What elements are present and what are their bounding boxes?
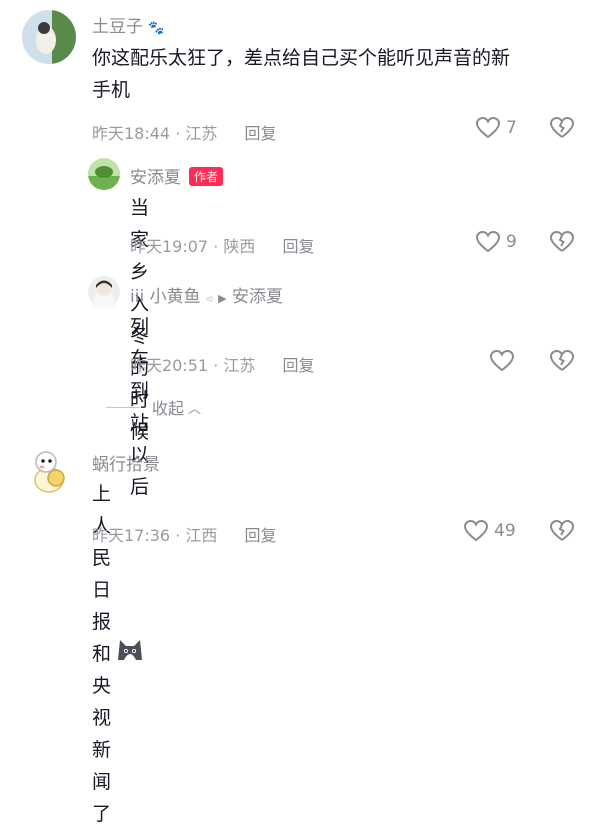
comment-text-line: 你这配乐太狂了，差点给自己买个能听见声音的新 <box>92 47 511 69</box>
comment-username[interactable]: iii 小黄鱼 ⪦ ▶ 安添夏 <box>130 282 283 307</box>
dislike-button[interactable] <box>549 230 575 257</box>
comment-text: 你这配乐太狂了，差点给自己买个能听见声音的新 手机 <box>92 42 582 106</box>
timestamp: 昨天18:44 <box>92 124 171 143</box>
location: 江西 <box>185 526 218 545</box>
comment-meta: 昨天19:07 · 陕西 回复 <box>130 233 315 257</box>
comment-username[interactable]: 安添夏 作者 <box>130 163 224 188</box>
timestamp: 昨天17:36 <box>92 526 171 545</box>
like-button[interactable] <box>490 350 520 372</box>
comment-meta: 昨天20:51 · 江苏 回复 <box>130 352 315 376</box>
collapse-label[interactable]: 收起 <box>152 395 184 419</box>
reply-arrow-icon: ▶ <box>218 292 227 305</box>
heart-icon <box>476 231 500 253</box>
paw-icon: 🐾 <box>148 21 165 36</box>
heart-icon <box>476 117 500 139</box>
timestamp: 昨天20:51 <box>130 356 209 375</box>
separator: · <box>208 356 224 375</box>
dislike-button[interactable] <box>549 116 575 143</box>
author-badge: 作者 <box>189 167 224 186</box>
location: 江苏 <box>185 124 218 143</box>
reply-button[interactable]: 回复 <box>245 124 277 143</box>
heart-icon <box>490 350 514 372</box>
divider <box>106 406 140 408</box>
comment-username[interactable]: 土豆子 🐾 <box>92 12 165 37</box>
husky-emoji-icon <box>115 636 145 672</box>
like-button[interactable]: 7 <box>476 117 517 139</box>
avatar[interactable] <box>22 442 76 496</box>
username-text[interactable]: 安添夏 <box>130 168 181 188</box>
like-count: 7 <box>506 118 517 138</box>
like-count: 49 <box>494 521 516 541</box>
username-text[interactable]: 土豆子 <box>92 17 143 37</box>
reply-button[interactable]: 回复 <box>245 526 277 545</box>
like-button[interactable]: 49 <box>464 520 516 542</box>
reply-button[interactable]: 回复 <box>283 356 315 375</box>
comment-meta: 昨天18:44 · 江苏 回复 <box>92 120 277 144</box>
like-count: 9 <box>506 232 517 252</box>
separator: · <box>208 237 224 256</box>
timestamp: 昨天19:07 <box>130 237 209 256</box>
comment-text-line: 手机 <box>92 79 131 101</box>
avatar[interactable] <box>88 158 120 190</box>
separator: · <box>170 526 186 545</box>
dislike-button[interactable] <box>549 349 575 376</box>
like-button[interactable]: 9 <box>476 231 517 253</box>
location: 江苏 <box>223 356 256 375</box>
location: 陕西 <box>223 237 256 256</box>
reply-target[interactable]: 安添夏 <box>232 287 283 307</box>
comment-username[interactable]: 蜗行拾景 <box>92 450 160 475</box>
comment-meta: 昨天17:36 · 江西 回复 <box>92 522 277 546</box>
dislike-button[interactable] <box>549 519 575 546</box>
reply-button[interactable]: 回复 <box>283 237 315 256</box>
avatar[interactable] <box>88 276 120 308</box>
heart-icon <box>464 520 488 542</box>
broken-heart-icon <box>549 230 575 252</box>
avatar[interactable] <box>22 10 76 64</box>
broken-heart-icon <box>549 349 575 371</box>
collapse-replies-button[interactable]: 收起 ︿ <box>106 395 201 419</box>
broken-heart-icon <box>549 519 575 541</box>
broken-heart-icon <box>549 116 575 138</box>
separator: · <box>170 124 186 143</box>
username-text[interactable]: iii 小黄鱼 <box>130 287 201 307</box>
chevron-up-icon: ︿ <box>188 401 202 417</box>
fish-icon: ⪦ <box>205 291 213 305</box>
